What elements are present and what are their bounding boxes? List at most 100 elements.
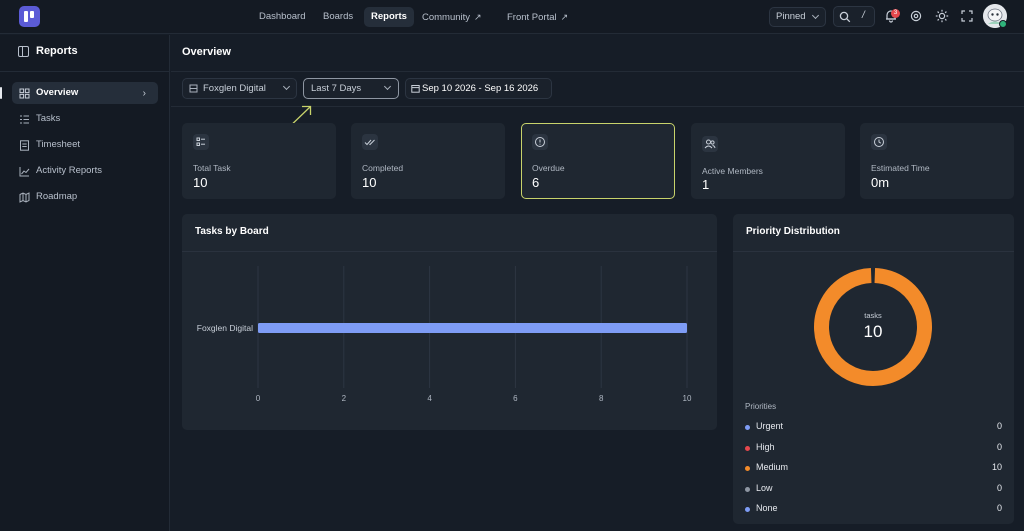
tasks-by-board-panel: Tasks by Board	[182, 214, 717, 430]
search-icon	[839, 11, 851, 23]
sidebar-item-label: Tasks	[36, 113, 61, 124]
priority-count: 0	[996, 503, 1002, 513]
stat-card-active-members: Active Members 1	[691, 123, 845, 199]
sidebar-item-label: Roadmap	[36, 191, 78, 202]
sun-icon[interactable]	[935, 9, 949, 23]
stat-value: 1	[702, 177, 710, 192]
legend-dot	[745, 445, 750, 451]
list-icon	[20, 115, 29, 124]
priority-row-urgent: Urgent 0	[745, 421, 1002, 435]
divider	[0, 71, 170, 72]
settings-icon[interactable]	[909, 9, 923, 23]
legend-dot	[745, 507, 750, 512]
divider	[733, 251, 1014, 252]
panel-title: Tasks by Board	[195, 226, 269, 237]
sidebar-item-roadmap[interactable]: Roadmap	[12, 186, 158, 208]
nav-front-portal[interactable]: Front Portal ↗	[500, 7, 575, 27]
priority-name: High	[756, 441, 775, 452]
priority-row-none: None 0	[745, 503, 1002, 517]
nav-community-label: Community	[422, 12, 471, 23]
stat-card-overdue: Overdue 6	[521, 123, 675, 199]
nav-reports[interactable]: Reports	[364, 7, 414, 27]
priority-row-medium: Medium 10	[745, 462, 1002, 476]
workspace-select-value: Foxglen Digital	[203, 83, 266, 94]
period-select[interactable]: Last 7 Days	[303, 78, 399, 99]
priority-name: Low	[756, 482, 773, 493]
stat-label: Active Members	[702, 166, 763, 176]
donut-center-value: 10	[863, 322, 883, 341]
map-icon	[19, 192, 30, 203]
sidebar-item-overview[interactable]: Overview ›	[12, 82, 158, 104]
alert-circle-icon	[532, 134, 548, 150]
date-range-picker[interactable]: Sep 10 2026 - Sep 16 2026	[405, 78, 552, 99]
pinned-label: Pinned	[776, 11, 806, 22]
users-icon	[702, 136, 718, 152]
fullscreen-icon[interactable]	[960, 9, 974, 23]
legend-dot	[745, 466, 750, 471]
sidebar-title: Reports	[36, 45, 78, 57]
priority-name: None	[756, 503, 778, 513]
date-range-value: Sep 10 2026 - Sep 16 2026	[422, 83, 539, 94]
online-status-dot	[999, 20, 1007, 28]
legend-dot	[745, 486, 750, 492]
top-bar: Dashboard Boards Reports Community ↗ Fron…	[0, 0, 1024, 34]
chevron-right-icon: ›	[142, 88, 146, 99]
sidebar-item-label: Timesheet	[36, 139, 80, 150]
chevron-down-icon	[282, 82, 291, 91]
chevron-down-icon	[383, 82, 392, 91]
period-select-value: Last 7 Days	[311, 83, 362, 94]
priority-count: 0	[996, 482, 1002, 493]
panel-title: Priority Distribution	[746, 226, 840, 237]
document-icon	[20, 140, 29, 151]
clock-icon	[871, 134, 887, 150]
stat-label: Total Task	[193, 163, 231, 173]
search-shortcut: /	[862, 10, 865, 21]
stat-value: 10	[362, 175, 377, 190]
sidebar-item-tasks[interactable]: Tasks	[12, 108, 158, 130]
divider	[171, 71, 1024, 72]
priority-count: 10	[991, 462, 1002, 472]
workspace-select[interactable]: Foxglen Digital	[182, 78, 297, 99]
nav-dashboard[interactable]: Dashboard	[252, 7, 312, 27]
sidebar-panel-icon[interactable]	[18, 46, 29, 57]
external-link-icon: ↗	[474, 12, 482, 22]
page-title: Overview	[182, 46, 231, 58]
priority-count: 0	[996, 421, 1002, 431]
stat-value: 0m	[871, 175, 890, 190]
active-indicator	[0, 87, 2, 99]
stat-label: Estimated Time	[871, 163, 930, 173]
sidebar-item-label: Overview	[36, 87, 79, 98]
stat-value: 10	[193, 175, 208, 190]
building-icon	[189, 84, 198, 93]
stat-value: 6	[532, 175, 540, 190]
nav-community[interactable]: Community ↗	[415, 7, 489, 27]
sidebar-item-timesheet[interactable]: Timesheet	[12, 134, 158, 156]
sidebar-item-activity-reports[interactable]: Activity Reports	[12, 160, 158, 182]
priority-distribution-panel: Priority Distribution	[733, 214, 1014, 524]
priority-name: Urgent	[756, 421, 784, 431]
nav-boards[interactable]: Boards	[316, 7, 360, 27]
priority-count: 0	[996, 441, 1002, 452]
priorities-heading: Priorities	[745, 402, 777, 411]
priority-row-high: High 0	[745, 442, 1002, 456]
pinned-dropdown[interactable]: Pinned	[769, 7, 826, 27]
stat-label: Completed	[362, 163, 404, 173]
external-link-icon: ↗	[560, 12, 569, 22]
stat-card-estimated-time: Estimated Time 0m	[860, 123, 1014, 199]
priority-name: Medium	[756, 462, 789, 472]
stat-card-total-task: Total Task 10	[182, 123, 336, 199]
stat-label: Overdue	[532, 163, 565, 173]
nav-front-portal-label: Front Portal	[507, 12, 557, 23]
calendar-icon	[411, 85, 420, 93]
legend-dot	[745, 425, 750, 430]
checklist-icon	[193, 134, 209, 150]
sidebar-item-label: Activity Reports	[36, 165, 102, 176]
app-logo[interactable]	[19, 6, 40, 27]
notification-badge: 3	[891, 9, 900, 18]
trend-icon	[19, 167, 30, 177]
double-check-icon	[362, 134, 378, 150]
search-button[interactable]: /	[833, 6, 875, 27]
stat-card-completed: Completed 10	[351, 123, 505, 199]
chevron-down-icon	[811, 11, 820, 20]
donut-center-label: tasks	[864, 311, 882, 320]
